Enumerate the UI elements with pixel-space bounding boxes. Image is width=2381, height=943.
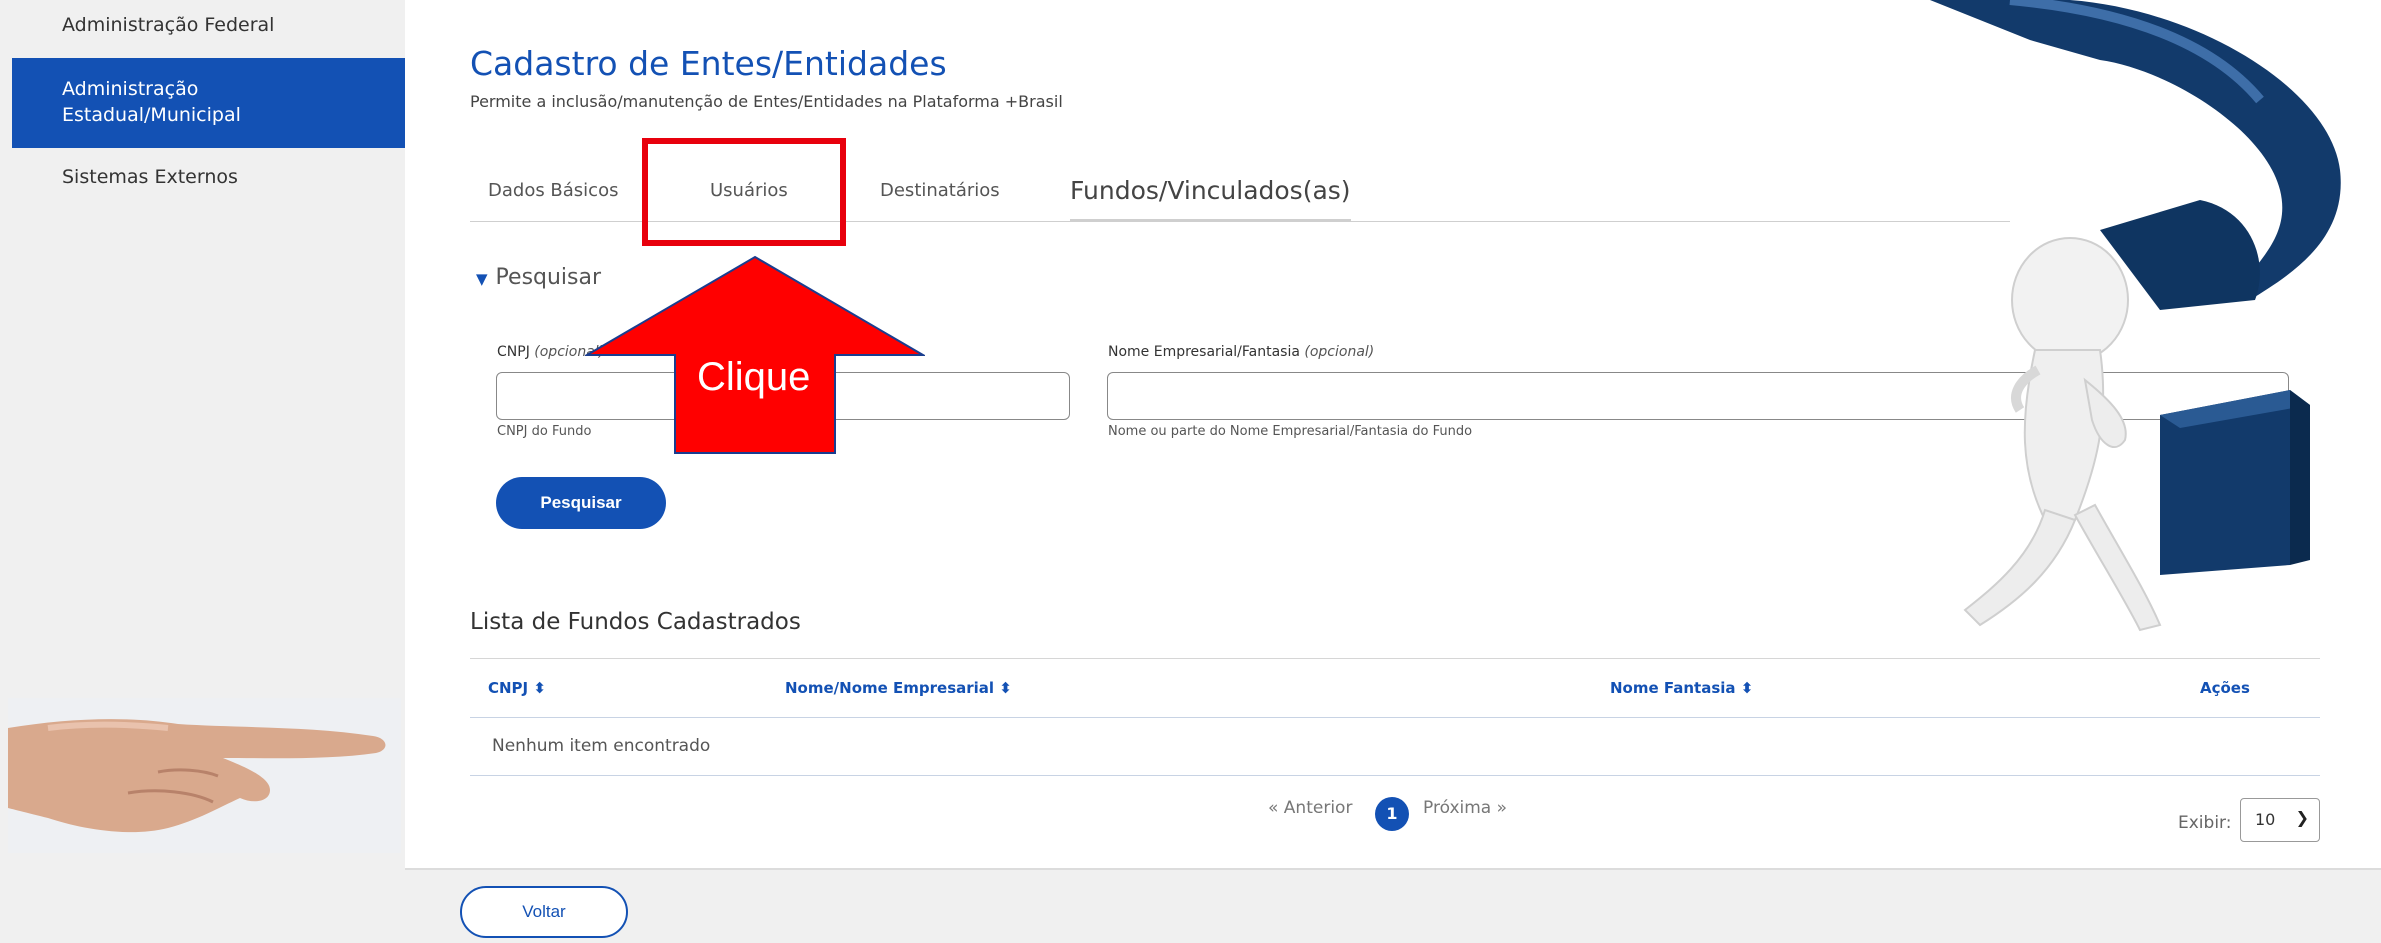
nome-hint: Nome ou parte do Nome Empresarial/Fantas… [1108,424,1473,439]
page-title: Cadastro de Entes/Entidades [470,44,947,83]
footer-bar [405,868,2381,943]
tab-destinatarios[interactable]: Destinatários [880,160,1000,222]
page-size-value: 10 [2255,810,2276,829]
list-title: Lista de Fundos Cadastrados [470,609,801,635]
empty-message: Nenhum item encontrado [492,736,711,756]
usuarios-highlight-box [642,138,846,246]
column-header-acoes: Ações [2200,679,2250,697]
chevron-down-icon: ▼ [476,270,488,288]
column-header-nome[interactable]: Nome/Nome Empresarial ⬍ [785,679,1012,697]
cnpj-label-text: CNPJ [497,344,530,360]
page-subtitle: Permite a inclusão/manutenção de Entes/E… [470,92,1063,111]
nome-label: Nome Empresarial/Fantasia (opcional) [1108,344,1374,360]
sidebar: Administração Federal Administração Esta… [0,0,405,943]
tab-fundos-vinculados[interactable]: Fundos/Vinculados(as) [1070,160,1351,222]
back-button[interactable]: Voltar [460,886,628,938]
sidebar-item-administracao-estadual[interactable]: Administração Estadual/Municipal [12,58,405,148]
pagination-prev[interactable]: « Anterior [1268,798,1352,818]
sidebar-item-administracao-federal[interactable]: Administração Federal [12,14,405,36]
pagination-next[interactable]: Próxima » [1423,798,1507,818]
page-size-select[interactable]: 10 ❯ [2240,798,2320,842]
nome-optional-text: (opcional) [1304,344,1375,360]
table-header-row: CNPJ ⬍ Nome/Nome Empresarial ⬍ Nome Fant… [470,658,2320,718]
column-header-cnpj[interactable]: CNPJ ⬍ [488,679,546,697]
sidebar-item-sistemas-externos[interactable]: Sistemas Externos [12,166,405,188]
nome-label-text: Nome Empresarial/Fantasia [1108,344,1300,360]
callout-text: Clique [697,355,811,399]
tab-dados-basicos[interactable]: Dados Básicos [488,160,618,222]
thinking-figure-question-mark-icon [1930,0,2341,632]
sidebar-item-label: Administração Estadual/Municipal [62,78,241,126]
column-header-nome-fantasia[interactable]: Nome Fantasia ⬍ [1610,679,1753,697]
pointing-hand-image [8,698,401,853]
cnpj-hint: CNPJ do Fundo [497,424,592,439]
search-button[interactable]: Pesquisar [496,477,666,529]
pagination-current-page[interactable]: 1 [1375,797,1409,831]
search-toggle[interactable]: ▼ Pesquisar [476,265,601,290]
page-size-label: Exibir: [2178,813,2232,833]
table-row: Nenhum item encontrado [470,718,2320,776]
chevron-down-icon: ❯ [2295,808,2309,827]
